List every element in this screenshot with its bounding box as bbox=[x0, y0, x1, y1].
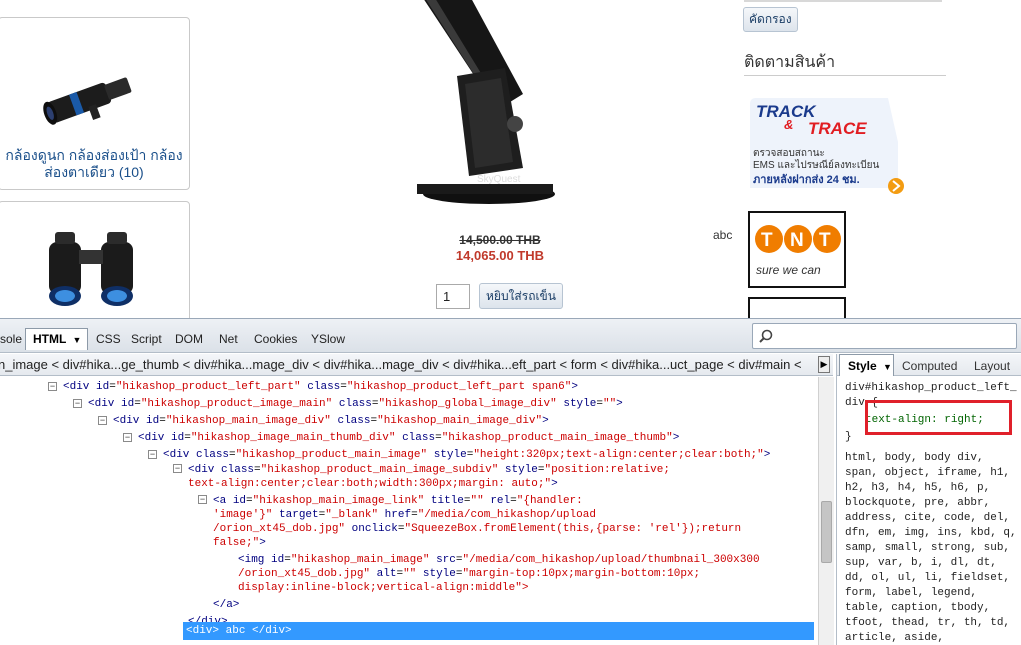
collapse-toggle-icon[interactable]: − bbox=[123, 433, 132, 442]
tree-node-div[interactable]: <div class="hikashop_product_main_image"… bbox=[163, 448, 770, 462]
track-trace-banner[interactable]: TRACK & TRACE ตรวจสอบสถานะ EMS และไปรษณี… bbox=[748, 98, 906, 194]
category-label[interactable]: กล้องดูนก กล้องส่องเป้า กล้อง ส่องตาเดีย… bbox=[0, 147, 189, 181]
tab-html-label: HTML bbox=[33, 332, 67, 346]
tab-style[interactable]: Style ▼ bbox=[839, 354, 894, 376]
tree-node-link[interactable]: <a id="hikashop_main_image_link" title="… bbox=[213, 494, 583, 508]
tree-node-div[interactable]: <div id="hikashop_product_image_main" cl… bbox=[88, 397, 623, 411]
breadcrumb[interactable]: n_image < div#hika...ge_thumb < div#hika… bbox=[0, 354, 833, 376]
highlight-box bbox=[865, 400, 1012, 435]
binoculars-image bbox=[49, 232, 133, 306]
firebug-search-input[interactable] bbox=[752, 323, 1017, 349]
collapse-toggle-icon[interactable]: − bbox=[48, 382, 57, 391]
tnt-tagline: sure we can bbox=[756, 263, 821, 277]
svg-text:N: N bbox=[790, 230, 804, 251]
screen: กล้องดูนก กล้องส่องเป้า กล้อง ส่องตาเดีย… bbox=[0, 0, 1021, 645]
tab-css[interactable]: CSS bbox=[96, 332, 121, 346]
tree-node-img-cont: display:inline-block;vertical-align:midd… bbox=[238, 582, 529, 594]
css-selector[interactable]: div#hikashop_product_left_ bbox=[845, 381, 1021, 396]
abc-text: abc bbox=[713, 228, 733, 242]
category-card-binoculars[interactable] bbox=[0, 201, 190, 318]
tnt-logo: T N T bbox=[755, 225, 841, 253]
tab-script[interactable]: Script bbox=[131, 332, 162, 346]
tree-node-link-cont: 'image'}" target="_blank" href="/media/c… bbox=[213, 509, 596, 521]
tree-node-div[interactable]: <div id="hikashop_image_main_thumb_div" … bbox=[138, 431, 679, 445]
tab-html[interactable]: HTML ▼ bbox=[25, 328, 88, 350]
svg-text:T: T bbox=[761, 230, 773, 251]
style-side-panel: Style ▼ Computed Layout div#hikashop_pro… bbox=[836, 354, 1021, 645]
collapse-toggle-icon[interactable]: − bbox=[148, 450, 157, 459]
collapse-toggle-icon[interactable]: − bbox=[173, 464, 182, 473]
tab-computed[interactable]: Computed bbox=[902, 359, 957, 373]
add-to-cart-button[interactable]: หยิบใส่รถเข็น bbox=[479, 283, 563, 309]
follow-title: ติดตามสินค้า bbox=[744, 54, 836, 71]
quantity-input[interactable] bbox=[436, 284, 470, 309]
partner-banner[interactable] bbox=[748, 297, 846, 318]
tree-node-link-cont: /orion_xt45_dob.jpg" onclick="SqueezeBox… bbox=[213, 523, 742, 535]
collapse-toggle-icon[interactable]: − bbox=[198, 495, 207, 504]
tab-cookies[interactable]: Cookies bbox=[254, 332, 297, 346]
tree-node-div[interactable]: <div id="hikashop_main_image_div" class=… bbox=[113, 414, 549, 428]
tree-node-subdiv-cont: text-align:center;clear:both;width:300px… bbox=[188, 478, 558, 490]
tab-console[interactable]: sole bbox=[0, 332, 22, 346]
tree-node-selected[interactable]: <div> abc </div> bbox=[183, 622, 814, 640]
monocular-image bbox=[43, 77, 132, 125]
tree-node-img-cont: /orion_xt45_dob.jpg" alt="" style="margi… bbox=[238, 568, 701, 580]
html-tree-panel[interactable]: − <div id="hikashop_product_left_part" cl… bbox=[0, 377, 818, 645]
divider bbox=[744, 0, 942, 2]
tab-yslow[interactable]: YSlow bbox=[311, 332, 345, 346]
tree-node-link-cont: false;"> bbox=[213, 537, 266, 549]
html-panel-scrollbar[interactable] bbox=[818, 377, 834, 645]
tree-node-subdiv[interactable]: <div class="hikashop_product_main_image_… bbox=[188, 463, 670, 477]
tab-layout[interactable]: Layout bbox=[974, 359, 1010, 373]
scope-brand-text: SkyQuest bbox=[477, 174, 521, 185]
dropdown-arrow-icon[interactable]: ▼ bbox=[883, 362, 892, 372]
svg-text:T: T bbox=[819, 230, 831, 251]
breadcrumb-path[interactable]: n_image < div#hika...ge_thumb < div#hika… bbox=[0, 357, 802, 372]
search-icon bbox=[759, 329, 773, 343]
collapse-toggle-icon[interactable]: − bbox=[98, 416, 107, 425]
firebug-toolbar: sole HTML ▼ CSS Script DOM Net Cookies Y… bbox=[0, 319, 1021, 353]
firebug-panel: sole HTML ▼ CSS Script DOM Net Cookies Y… bbox=[0, 318, 1021, 645]
logo-ampersand: & bbox=[784, 117, 793, 132]
divider bbox=[744, 75, 946, 76]
tab-style-label: Style bbox=[848, 359, 877, 373]
category-card-monocular[interactable]: กล้องดูนก กล้องส่องเป้า กล้อง ส่องตาเดีย… bbox=[0, 17, 190, 190]
filter-button[interactable]: คัดกรอง bbox=[743, 7, 798, 32]
selected-node-text: <div> abc </div> bbox=[186, 625, 292, 637]
tab-dom[interactable]: DOM bbox=[175, 332, 203, 346]
sale-price: 14,065.00 THB bbox=[455, 248, 545, 263]
track-line-3: ภายหลังฝากส่ง 24 ชม. bbox=[753, 174, 860, 186]
telescope-image: SkyQuest bbox=[417, 0, 555, 204]
tree-close-a: </a> bbox=[213, 599, 240, 611]
breadcrumb-scroll-right-icon[interactable]: ▶ bbox=[818, 356, 830, 373]
dropdown-arrow-icon[interactable]: ▼ bbox=[72, 335, 81, 345]
side-panel-tabs: Style ▼ Computed Layout bbox=[837, 354, 1021, 376]
tree-node-div[interactable]: <div id="hikashop_product_left_part" cla… bbox=[63, 380, 578, 394]
old-price: 14,500.00 THB bbox=[459, 233, 541, 247]
tnt-banner[interactable]: T N T sure we can bbox=[748, 211, 846, 288]
tree-node-img[interactable]: <img id="hikashop_main_image" src="/medi… bbox=[238, 553, 760, 567]
collapse-toggle-icon[interactable]: − bbox=[73, 399, 82, 408]
inherited-selectors[interactable]: html, body, body div, span, object, ifra… bbox=[845, 451, 1021, 645]
shop-page: กล้องดูนก กล้องส่องเป้า กล้อง ส่องตาเดีย… bbox=[0, 0, 1021, 318]
logo-word-trace: TRACE bbox=[808, 119, 867, 138]
scrollbar-thumb[interactable] bbox=[821, 501, 832, 563]
tab-net[interactable]: Net bbox=[219, 332, 238, 346]
